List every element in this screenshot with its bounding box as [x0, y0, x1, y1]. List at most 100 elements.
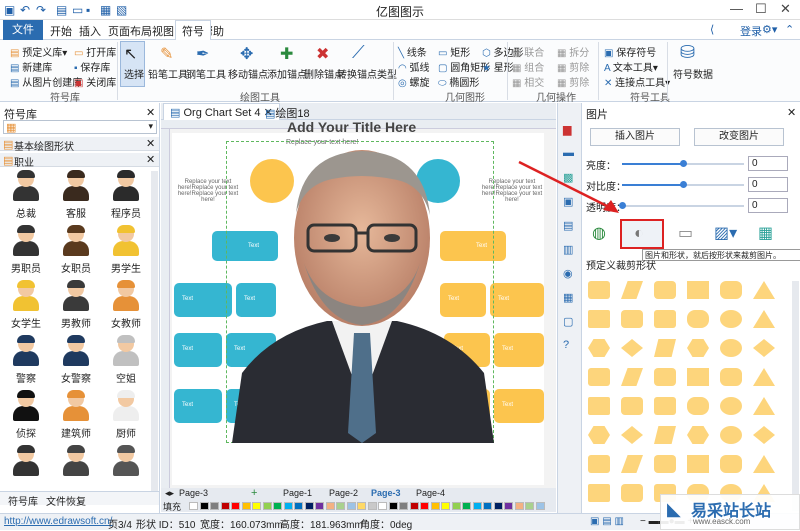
crop-shape[interactable]	[588, 281, 610, 299]
tab-page-4[interactable]: Page-4	[416, 488, 445, 498]
maximize-button[interactable]: ☐	[755, 1, 767, 17]
org-box[interactable]: Text	[494, 333, 544, 367]
tab-page-1[interactable]: Page-1	[283, 488, 312, 498]
library-dropdown[interactable]: ▦ ▾	[3, 120, 157, 134]
intersect-button[interactable]: ▦ 相交	[512, 74, 544, 89]
symbol-item[interactable]: 总裁	[2, 170, 50, 220]
collapse-ribbon-icon[interactable]: ⌃	[785, 23, 794, 36]
crop-shape[interactable]	[687, 397, 709, 415]
predefined-lib-button[interactable]: ▤ 预定义库▾	[10, 44, 67, 59]
crop-shape[interactable]	[588, 426, 610, 444]
line-button[interactable]: ╲ 线条	[398, 44, 427, 59]
slider-knob[interactable]	[680, 181, 687, 188]
crop-shape[interactable]	[720, 368, 742, 386]
crop-shape[interactable]	[588, 339, 610, 357]
color-swatch[interactable]	[210, 502, 219, 510]
save-lib-button[interactable]: ▪ 保存库	[74, 59, 110, 74]
org-box[interactable]: Text	[490, 283, 544, 317]
org-box[interactable]: Text	[494, 389, 544, 423]
org-box[interactable]: Text	[174, 333, 222, 367]
crop-shape[interactable]	[621, 455, 643, 473]
symbol-item[interactable]: 男学生	[102, 225, 150, 275]
scrollbar[interactable]	[792, 281, 799, 511]
attachment-icon[interactable]: ▦	[563, 291, 573, 304]
tab-file-recovery[interactable]: 文件恢复	[46, 493, 86, 508]
star-button[interactable]: ★ 星形	[482, 59, 514, 74]
move-anchor-button[interactable]: 移动锚点	[228, 66, 268, 81]
symbol-data-button[interactable]: 符号数据	[673, 66, 713, 81]
view-mode-icon[interactable]: ▣ ▤ ▥	[590, 516, 624, 527]
subtract-button-2[interactable]: ▦ 剪除	[557, 74, 589, 89]
new-lib-button[interactable]: ▤ 新建库	[10, 59, 52, 74]
crop-shape[interactable]	[753, 368, 775, 386]
text-tool-button[interactable]: A 文本工具▾	[604, 59, 658, 74]
convert-anchor-button[interactable]: 转换锚点类型	[337, 66, 397, 81]
crop-shape[interactable]	[687, 310, 709, 328]
color-swatch[interactable]	[493, 502, 503, 510]
properties-icon[interactable]: ▤	[563, 219, 573, 232]
crop-shape[interactable]	[753, 310, 775, 328]
crop-shape[interactable]	[753, 426, 775, 444]
symbol-item[interactable]	[2, 445, 50, 480]
symbol-item[interactable]: 男职员	[2, 225, 50, 275]
menu-home[interactable]: 开始	[50, 23, 72, 39]
crop-shape[interactable]	[753, 339, 775, 357]
color-swatch[interactable]	[388, 502, 398, 510]
color-swatch[interactable]	[241, 502, 251, 510]
frame-icon[interactable]: ▭	[678, 223, 693, 243]
crop-shape[interactable]	[687, 455, 709, 473]
crop-shape[interactable]	[621, 310, 643, 328]
crop-shape[interactable]	[621, 484, 643, 502]
color-swatch[interactable]	[472, 502, 482, 510]
crop-shape[interactable]	[621, 281, 643, 299]
crop-shape[interactable]	[687, 339, 709, 357]
layers-icon[interactable]: ▥	[563, 243, 573, 256]
close-panel-icon[interactable]: ✕	[146, 106, 155, 119]
menu-symbol[interactable]: 符号	[175, 20, 211, 41]
slider-value-input[interactable]: 0	[748, 177, 788, 192]
union-button[interactable]: ▦ 联合	[512, 44, 544, 59]
diagram-title[interactable]: Add Your Title Here	[287, 119, 416, 135]
crop-shape[interactable]	[654, 455, 676, 473]
page-selector[interactable]: Page-3	[179, 488, 208, 498]
crop-shape[interactable]	[588, 368, 610, 386]
color-swatch[interactable]	[220, 502, 230, 510]
rect-button[interactable]: ▭ 矩形	[438, 44, 470, 59]
crop-shape[interactable]	[654, 368, 676, 386]
symbol-item[interactable]: 女警察	[52, 335, 100, 385]
color-swatch[interactable]	[294, 502, 303, 510]
combine-button[interactable]: ▦ 组合	[512, 59, 544, 74]
symbol-item[interactable]	[52, 445, 100, 480]
slider-value-input[interactable]: 0	[748, 198, 788, 213]
color-swatch[interactable]	[252, 502, 261, 510]
crop-shape[interactable]	[588, 484, 610, 502]
symbol-item[interactable]: 女教师	[102, 280, 150, 330]
color-swatch[interactable]	[420, 502, 429, 510]
color-swatch[interactable]	[273, 502, 282, 510]
color-swatch[interactable]	[357, 502, 366, 510]
crop-shape[interactable]	[621, 368, 643, 386]
crop-shape[interactable]	[621, 426, 643, 444]
arc-button[interactable]: ◠ 弧线	[398, 59, 430, 74]
symbol-item[interactable]: 客服	[52, 170, 100, 220]
slider-value-input[interactable]: 0	[748, 156, 788, 171]
crop-shape[interactable]	[621, 397, 643, 415]
color-swatch[interactable]	[525, 502, 534, 510]
menu-view[interactable]: 视图	[152, 23, 174, 39]
crop-shape[interactable]	[588, 455, 610, 473]
crop-shape[interactable]	[753, 455, 775, 473]
color-swatch[interactable]	[325, 502, 335, 510]
login-link[interactable]: 登录	[740, 23, 762, 39]
add-anchor-button[interactable]: 添加锚点	[267, 66, 307, 81]
color-swatch[interactable]	[262, 502, 272, 510]
color-swatch[interactable]	[441, 502, 450, 510]
add-page-icon[interactable]: +	[251, 487, 257, 499]
symbol-item[interactable]: 空姐	[102, 335, 150, 385]
symbol-item[interactable]: 女学生	[2, 280, 50, 330]
color-swatch[interactable]	[514, 502, 524, 510]
change-image-button[interactable]: 改变图片	[694, 128, 784, 146]
create-lib-from-image-button[interactable]: ▤ 从图片创建库	[10, 74, 82, 89]
close-panel-icon[interactable]: ✕	[787, 106, 796, 119]
insert-image-button[interactable]: 插入图片	[590, 128, 680, 146]
symbol-item[interactable]: 侦探	[2, 390, 50, 440]
